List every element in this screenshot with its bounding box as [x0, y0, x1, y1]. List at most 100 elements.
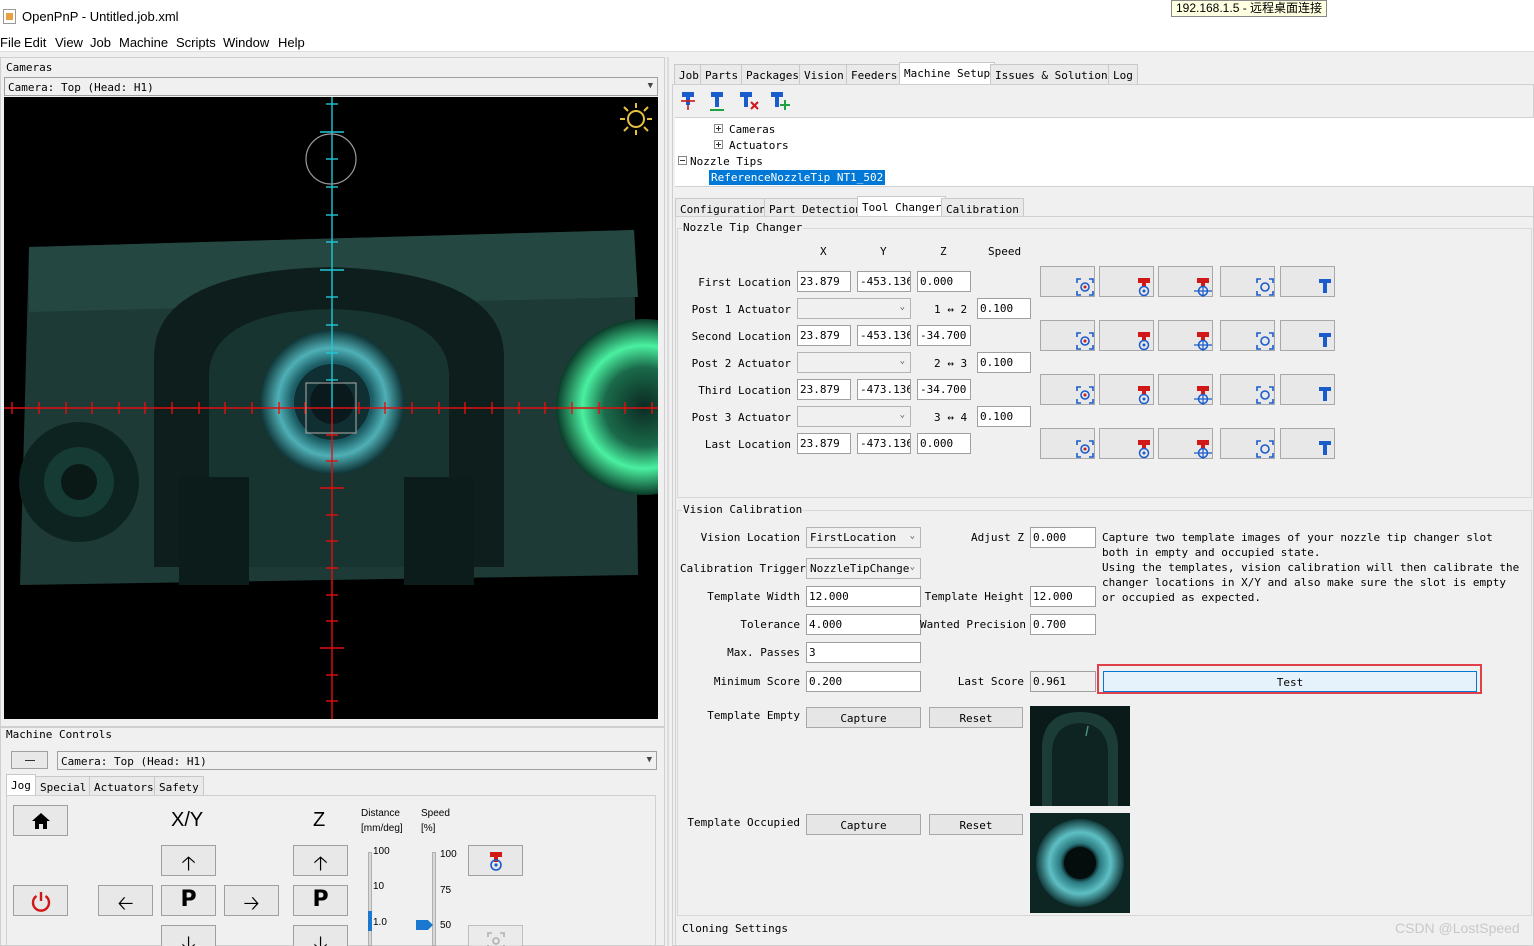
- tab-tool-changer[interactable]: Tool Changer: [857, 196, 947, 218]
- capture-camera-button[interactable]: [1040, 428, 1095, 459]
- position-nozzle-button[interactable]: [1158, 428, 1213, 459]
- last-location-z[interactable]: 0.000: [917, 433, 971, 454]
- nozzle-pick-button[interactable]: [468, 845, 523, 876]
- tree-item-selected-nozzle-tip[interactable]: ReferenceNozzleTip NT1_502: [709, 170, 886, 185]
- first-location-z[interactable]: 0.000: [917, 271, 971, 292]
- speed-slider[interactable]: [416, 852, 436, 946]
- tree-item-actuators[interactable]: Actuators: [729, 139, 789, 152]
- post2-actuator-select[interactable]: ⌄: [797, 352, 911, 373]
- third-location-x[interactable]: 23.879: [797, 379, 851, 400]
- last-location-x[interactable]: 23.879: [797, 433, 851, 454]
- camera-view[interactable]: [4, 97, 658, 719]
- home-button[interactable]: [13, 805, 68, 836]
- first-location-x[interactable]: 23.879: [797, 271, 851, 292]
- park-xy-button[interactable]: P: [161, 885, 216, 916]
- jog-x-minus-button[interactable]: 🡠: [98, 885, 153, 916]
- tab-safety[interactable]: Safety: [154, 776, 204, 796]
- position-z-button[interactable]: [1280, 266, 1335, 297]
- splitter[interactable]: [667, 57, 669, 946]
- expand-icon[interactable]: [714, 140, 723, 149]
- add-nozzle-tip-icon[interactable]: [707, 90, 727, 112]
- collapse-icon[interactable]: [678, 156, 687, 165]
- position-z-button[interactable]: [1280, 320, 1335, 351]
- tab-jog[interactable]: Jog: [6, 774, 36, 796]
- collapse-button[interactable]: [11, 751, 48, 769]
- tolerance-field[interactable]: 4.000: [806, 614, 921, 635]
- distance-slider[interactable]: [368, 852, 372, 946]
- calibration-trigger-select[interactable]: NozzleTipChange ⌄: [806, 558, 921, 579]
- jog-x-plus-button[interactable]: 🡢: [224, 885, 279, 916]
- delete-nozzle-tip-icon[interactable]: [737, 90, 761, 112]
- post3-actuator-select[interactable]: ⌄: [797, 406, 911, 427]
- tab-machine-setup[interactable]: Machine Setup: [899, 62, 996, 84]
- position-nozzle-button[interactable]: [1158, 374, 1213, 405]
- tree-item-cameras[interactable]: Cameras: [729, 123, 775, 136]
- post1-speed[interactable]: 0.100: [977, 298, 1031, 319]
- post2-speed[interactable]: 0.100: [977, 352, 1031, 373]
- add-nozzle-icon[interactable]: [678, 90, 698, 112]
- tab-packages[interactable]: Packages: [741, 64, 804, 84]
- move-camera-button[interactable]: [1220, 266, 1275, 297]
- position-nozzle-button[interactable]: [1158, 266, 1213, 297]
- move-nozzle-button[interactable]: [1099, 374, 1154, 405]
- tree-item-nozzle-tips[interactable]: Nozzle Tips: [690, 155, 763, 168]
- tab-actuators[interactable]: Actuators: [89, 776, 159, 796]
- move-camera-button[interactable]: [1220, 428, 1275, 459]
- menu-scripts[interactable]: Scripts: [176, 35, 216, 50]
- position-z-button[interactable]: [1280, 374, 1335, 405]
- last-location-y[interactable]: -473.136: [857, 433, 911, 454]
- template-width-field[interactable]: 12.000: [806, 586, 921, 607]
- capture-empty-button[interactable]: Capture: [806, 707, 921, 728]
- menu-file[interactable]: File: [0, 35, 21, 50]
- test-button[interactable]: Test: [1103, 671, 1477, 692]
- second-location-x[interactable]: 23.879: [797, 325, 851, 346]
- third-location-z[interactable]: -34.700: [917, 379, 971, 400]
- copy-nozzle-tip-icon[interactable]: [768, 90, 792, 112]
- menu-machine[interactable]: Machine: [119, 35, 168, 50]
- menu-job[interactable]: Job: [90, 35, 111, 50]
- tab-calibration[interactable]: Calibration: [941, 198, 1024, 218]
- template-height-field[interactable]: 12.000: [1030, 586, 1096, 607]
- first-location-y[interactable]: -453.136: [857, 271, 911, 292]
- adjust-z-field[interactable]: 0.000: [1030, 527, 1096, 548]
- wanted-precision-field[interactable]: 0.700: [1030, 614, 1096, 635]
- reset-occupied-button[interactable]: Reset: [929, 814, 1023, 835]
- power-button[interactable]: [13, 885, 68, 916]
- second-location-z[interactable]: -34.700: [917, 325, 971, 346]
- move-camera-button[interactable]: [1220, 374, 1275, 405]
- brightness-icon[interactable]: [618, 101, 654, 137]
- jog-y-minus-button[interactable]: 🡣: [161, 925, 216, 946]
- move-camera-button[interactable]: [1220, 320, 1275, 351]
- move-nozzle-button[interactable]: [1099, 320, 1154, 351]
- menu-help[interactable]: Help: [278, 35, 305, 50]
- tab-part-detection[interactable]: Part Detection: [764, 198, 867, 218]
- capture-camera-button[interactable]: [1040, 320, 1095, 351]
- park-z-button[interactable]: P: [293, 885, 348, 916]
- move-nozzle-button[interactable]: [1099, 428, 1154, 459]
- jog-y-plus-button[interactable]: 🡡: [161, 845, 216, 876]
- tab-issues-solutions[interactable]: Issues & Solutions: [990, 64, 1120, 84]
- vision-location-select[interactable]: FirstLocation ⌄: [806, 527, 921, 548]
- controls-camera-select[interactable]: Camera: Top (Head: H1) ▼: [57, 751, 657, 770]
- camera-capture-button[interactable]: [468, 925, 523, 946]
- camera-select[interactable]: Camera: Top (Head: H1) ▼: [4, 77, 658, 96]
- tab-vision[interactable]: Vision: [799, 64, 849, 84]
- distance-slider-thumb[interactable]: [368, 911, 372, 931]
- menu-view[interactable]: View: [55, 35, 83, 50]
- reset-empty-button[interactable]: Reset: [929, 707, 1023, 728]
- jog-z-minus-button[interactable]: 🡣: [293, 925, 348, 946]
- third-location-y[interactable]: -473.136: [857, 379, 911, 400]
- post3-speed[interactable]: 0.100: [977, 406, 1031, 427]
- menu-window[interactable]: Window: [223, 35, 269, 50]
- menu-edit[interactable]: Edit: [24, 35, 46, 50]
- second-location-y[interactable]: -453.136: [857, 325, 911, 346]
- move-nozzle-button[interactable]: [1099, 266, 1154, 297]
- minimum-score-field[interactable]: 0.200: [806, 671, 921, 692]
- tab-log[interactable]: Log: [1108, 64, 1138, 84]
- capture-occupied-button[interactable]: Capture: [806, 814, 921, 835]
- jog-z-plus-button[interactable]: 🡡: [293, 845, 348, 876]
- tab-special[interactable]: Special: [35, 776, 92, 796]
- tab-configuration[interactable]: Configuration: [675, 198, 772, 218]
- post1-actuator-select[interactable]: ⌄: [797, 298, 911, 319]
- tab-parts[interactable]: Parts: [700, 64, 744, 84]
